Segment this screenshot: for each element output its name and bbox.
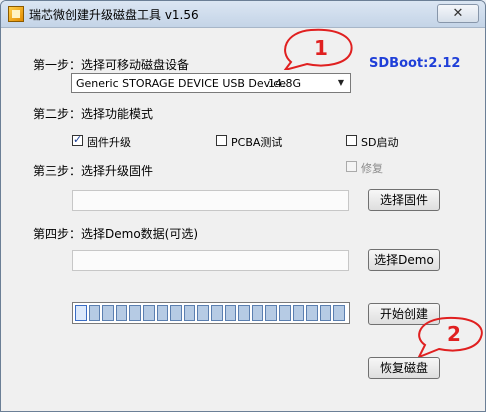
progress-segment — [129, 305, 141, 321]
checkbox-pcba-test[interactable] — [216, 135, 227, 146]
device-name: Generic STORAGE DEVICE USB Device — [76, 77, 287, 90]
progress-segment — [211, 305, 223, 321]
callout-2-label: 2 — [447, 322, 461, 346]
close-button[interactable]: ✕ — [437, 4, 479, 23]
progress-segment — [88, 305, 101, 321]
chevron-down-icon[interactable]: ▼ — [334, 76, 348, 90]
checkbox-firmware-upgrade[interactable]: ✓ — [72, 133, 83, 146]
checkbox-label-pcba-test: PCBA测试 — [231, 136, 283, 149]
window-title: 瑞芯微创建升级磁盘工具 v1.56 — [29, 8, 199, 22]
sdboot-version: SDBoot:2.12 — [369, 56, 461, 71]
checkbox-repair[interactable] — [346, 161, 357, 172]
checkbox-label-sd-boot: SD启动 — [361, 136, 399, 149]
progress-segment — [170, 305, 182, 321]
device-size: 14.8G — [268, 77, 302, 90]
restore-disk-button[interactable]: 恢复磁盘 — [368, 357, 440, 379]
progress-segment — [306, 305, 318, 321]
title-bar: 瑞芯微创建升级磁盘工具 v1.56 ✕ — [1, 1, 485, 28]
progress-segment — [156, 305, 169, 321]
step2-label: 第二步：选择功能模式 — [33, 107, 154, 121]
step3-label: 第三步：选择升级固件 — [33, 164, 154, 178]
progress-segment — [265, 305, 277, 321]
checkbox-label-firmware-upgrade: 固件升级 — [87, 136, 131, 149]
app-icon — [8, 6, 24, 22]
demo-path-field[interactable] — [72, 250, 349, 271]
progress-segment — [183, 305, 196, 321]
progress-segment — [292, 305, 305, 321]
progress-segment — [102, 305, 114, 321]
progress-segment — [143, 305, 155, 321]
app-window: 瑞芯微创建升级磁盘工具 v1.56 ✕ 第一步：选择可移动磁盘设备 SDBoot… — [0, 0, 486, 412]
step1-label: 第一步：选择可移动磁盘设备 — [33, 58, 190, 72]
progress-segment — [197, 305, 209, 321]
callout-2: 2 — [417, 316, 483, 357]
select-firmware-button[interactable]: 选择固件 — [368, 189, 440, 211]
select-demo-button[interactable]: 选择Demo — [368, 249, 440, 271]
progress-segment — [224, 305, 237, 321]
progress-bar — [72, 302, 350, 324]
device-select[interactable]: Generic STORAGE DEVICE USB Device 14.8G … — [71, 73, 351, 93]
checkbox-label-repair: 修复 — [361, 162, 383, 175]
progress-segment — [115, 305, 128, 321]
firmware-path-field[interactable] — [72, 190, 349, 211]
checkbox-sd-boot[interactable] — [346, 135, 357, 146]
progress-segment — [251, 305, 264, 321]
check-icon: ✓ — [73, 133, 83, 146]
progress-segment — [333, 305, 345, 321]
step4-label: 第四步：选择Demo数据(可选) — [33, 227, 199, 241]
progress-segment — [238, 305, 250, 321]
callout-1: 1 — [283, 28, 353, 70]
main-panel: 第一步：选择可移动磁盘设备 SDBoot:2.12 Generic STORAG… — [1, 28, 485, 411]
callout-1-label: 1 — [314, 36, 328, 60]
progress-segment — [75, 305, 87, 321]
progress-segment — [279, 305, 291, 321]
progress-segment — [319, 305, 332, 321]
